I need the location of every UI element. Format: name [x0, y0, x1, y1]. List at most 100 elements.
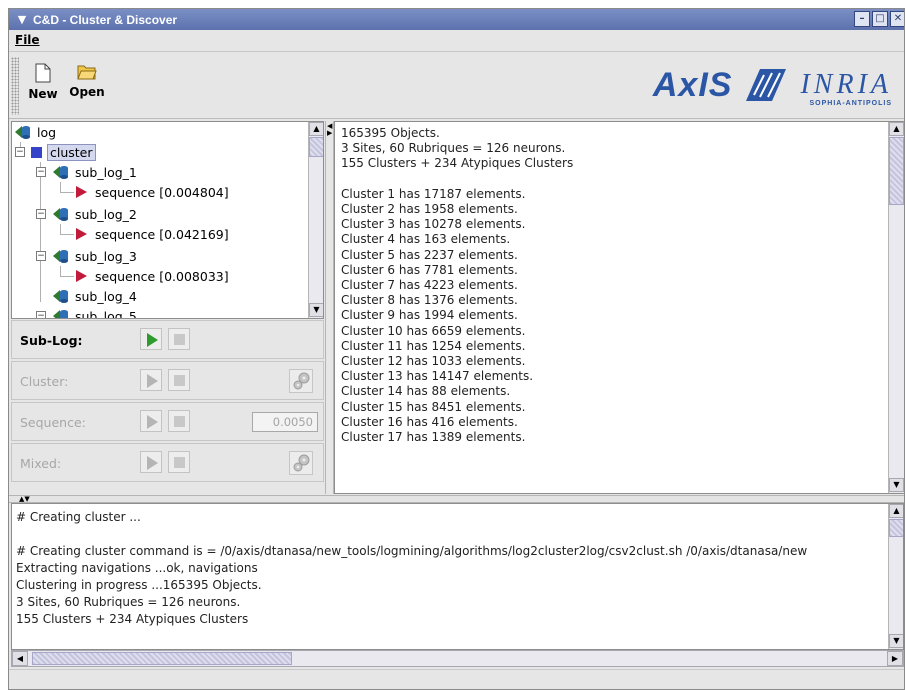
mixed-control: Mixed: — [11, 443, 324, 482]
window-menu-icon[interactable]: ▼ — [15, 13, 29, 27]
results-line: Cluster 1 has 17187 elements. — [341, 186, 526, 201]
results-line — [341, 172, 573, 187]
cluster-label: Cluster: — [20, 374, 69, 389]
tree-node-sublog[interactable]: sub_log_4 — [52, 286, 137, 306]
menu-file[interactable]: File — [15, 33, 40, 47]
open-button-label: Open — [69, 85, 105, 99]
tree-node-cluster-label: cluster — [47, 143, 96, 161]
tree-node-sublog[interactable]: − sub_log_1 — [36, 162, 137, 182]
cluster-play-button[interactable] — [140, 369, 162, 391]
scroll-thumb[interactable] — [309, 137, 323, 157]
results-vertical-scrollbar[interactable]: ▲ ▼ — [888, 122, 904, 493]
console-vertical-scrollbar[interactable]: ▲ ▼ — [888, 504, 903, 649]
log-node-icon — [53, 290, 68, 303]
scroll-thumb[interactable] — [889, 519, 903, 537]
cluster-stop-button[interactable] — [168, 369, 190, 391]
close-button[interactable]: ✕ — [890, 11, 904, 27]
tree-node-sequence[interactable]: sequence [0.042169] — [76, 224, 229, 244]
console-horizontal-scrollbar[interactable]: ◀ ▶ — [11, 650, 904, 667]
tree-connector — [60, 182, 61, 192]
scroll-up-arrow-icon[interactable]: ▲ — [889, 504, 903, 518]
tree-vertical-scrollbar[interactable]: ▲ ▼ — [308, 122, 323, 318]
tree-node-sequence[interactable]: sequence [0.004804] — [76, 182, 229, 202]
toolbar-grip[interactable] — [11, 57, 19, 115]
inria-subtitle: SOPHIA-ANTIPOLIS — [809, 100, 892, 107]
collapse-toggle-icon[interactable]: − — [36, 209, 46, 219]
sequence-arrow-icon — [76, 228, 87, 240]
tree-node-sublog[interactable]: − sub_log_5 — [36, 306, 137, 319]
collapse-toggle-icon[interactable]: − — [15, 147, 25, 157]
mixed-stop-button[interactable] — [168, 451, 190, 473]
console-line: # Creating cluster command is = /0/axis/… — [16, 544, 808, 558]
results-line: Cluster 4 has 163 elements. — [341, 232, 511, 247]
play-icon — [147, 415, 158, 429]
tree-node-sublog[interactable]: − sub_log_2 — [36, 204, 137, 224]
collapse-toggle-icon[interactable]: − — [36, 251, 46, 261]
results-line: Cluster 12 has 1033 elements. — [341, 354, 526, 369]
sublog-play-button[interactable] — [140, 328, 162, 350]
results-line: Cluster 14 has 88 elements. — [341, 384, 511, 399]
console-line: Extracting navigations ...ok, navigation… — [16, 561, 258, 575]
scroll-down-arrow-icon[interactable]: ▼ — [889, 634, 903, 648]
scroll-right-arrow-icon[interactable]: ▶ — [887, 651, 903, 666]
tree-node-sublog[interactable]: − sub_log_3 — [36, 246, 137, 266]
tree-node-label: sub_log_5 — [75, 308, 137, 319]
results-output-panel[interactable]: 165395 Objects. 3 Sites, 60 Rubriques = 1… — [334, 121, 904, 494]
sequence-play-button[interactable] — [140, 410, 162, 432]
stop-icon — [174, 375, 185, 386]
play-icon — [147, 333, 158, 347]
tree-connector — [60, 192, 74, 193]
log-node-icon — [53, 208, 68, 221]
inria-logo-icon — [746, 69, 787, 101]
split-arrows-icon[interactable]: ◀ ▶ — [327, 123, 332, 137]
sequence-threshold-input[interactable]: 0.0050 — [252, 412, 318, 432]
results-line: Cluster 15 has 8451 elements. — [341, 399, 526, 414]
scroll-down-arrow-icon[interactable]: ▼ — [309, 303, 323, 317]
tree-node-sequence[interactable]: sequence [0.008033] — [76, 266, 229, 286]
results-line: Cluster 5 has 2237 elements. — [341, 247, 518, 262]
collapse-toggle-icon[interactable]: − — [36, 311, 46, 318]
sequence-control: Sequence: 0.0050 — [11, 402, 324, 441]
cluster-node-icon — [31, 146, 42, 158]
new-button[interactable]: New — [23, 59, 63, 113]
results-line: Cluster 11 has 1254 elements. — [341, 338, 526, 353]
tree-connector — [40, 162, 41, 302]
scroll-left-arrow-icon[interactable]: ◀ — [12, 651, 28, 666]
collapse-toggle-icon[interactable]: − — [36, 167, 46, 177]
vertical-split-divider[interactable]: ◀ ▶ — [325, 121, 334, 494]
maximize-button[interactable]: □ — [872, 11, 888, 27]
title-bar[interactable]: ▼ C&D - Cluster & Discover – □ ✕ — [9, 9, 904, 30]
scroll-up-arrow-icon[interactable]: ▲ — [889, 122, 904, 136]
log-tree[interactable]: log − cluster − sub_log_1 sequence [0.00… — [11, 121, 324, 319]
tree-node-label: sequence [0.008033] — [95, 268, 229, 284]
sequence-arrow-icon — [76, 186, 87, 198]
sequence-stop-button[interactable] — [168, 410, 190, 432]
results-line: Cluster 8 has 1376 elements. — [341, 293, 518, 308]
results-line: 165395 Objects. — [341, 126, 440, 140]
open-button[interactable]: Open — [67, 59, 107, 113]
console-line: 155 Clusters + 234 Atypiques Clusters — [16, 612, 249, 626]
scroll-thumb[interactable] — [889, 137, 904, 205]
sublog-stop-button[interactable] — [168, 328, 190, 350]
results-line: Cluster 10 has 6659 elements. — [341, 323, 526, 338]
gear-icon — [293, 372, 310, 390]
scroll-up-arrow-icon[interactable]: ▲ — [309, 122, 323, 136]
tree-node-cluster[interactable]: − cluster — [15, 142, 96, 162]
results-text: 165395 Objects. 3 Sites, 60 Rubriques = 1… — [341, 126, 573, 445]
tree-connector — [60, 266, 61, 276]
mixed-play-button[interactable] — [140, 451, 162, 473]
tree-node-log[interactable]: log — [14, 122, 56, 142]
mixed-settings-button[interactable] — [289, 451, 313, 475]
toolbar: New Open AxIS INRIA SOPHIA-ANTIPOLIS — [9, 53, 904, 119]
cluster-control: Cluster: — [11, 361, 324, 400]
results-line: 155 Clusters + 234 Atypiques Clusters — [341, 156, 574, 171]
horizontal-split-divider[interactable]: ▲▼ — [9, 495, 904, 503]
cluster-settings-button[interactable] — [289, 369, 313, 393]
scroll-thumb[interactable] — [32, 652, 292, 665]
console-log-panel[interactable]: # Creating cluster ... # Creating cluste… — [11, 503, 904, 650]
split-arrows-icon[interactable]: ▲▼ — [19, 495, 30, 503]
minimize-button[interactable]: – — [854, 11, 870, 27]
scroll-down-arrow-icon[interactable]: ▼ — [889, 478, 904, 492]
results-line: Cluster 7 has 4223 elements. — [341, 278, 518, 293]
